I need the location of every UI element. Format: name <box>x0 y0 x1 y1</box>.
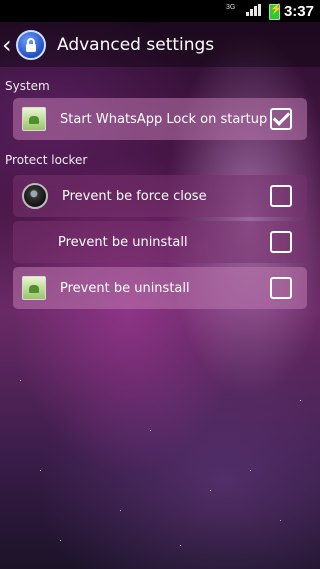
clock: 3:37 <box>283 3 314 20</box>
network-type: 3G <box>226 4 236 11</box>
setting-row-prevent-uninstall-1[interactable]: Prevent be uninstall <box>13 221 307 263</box>
uninstall-checkbox-1[interactable] <box>270 231 292 253</box>
android-icon <box>22 276 46 300</box>
battery-icon <box>269 4 282 20</box>
uninstall-checkbox-2[interactable] <box>270 277 292 299</box>
signal-icon <box>246 4 262 16</box>
startup-checkbox[interactable] <box>270 108 292 130</box>
ball-icon <box>22 183 48 209</box>
force-close-checkbox[interactable] <box>270 185 292 207</box>
lock-icon <box>26 37 36 52</box>
setting-label: Prevent be uninstall <box>60 280 190 296</box>
setting-row-start-on-startup[interactable]: Start WhatsApp Lock on startup <box>13 98 307 140</box>
setting-row-prevent-uninstall-2[interactable]: Prevent be uninstall <box>13 267 307 309</box>
setting-label: Prevent be force close <box>62 188 207 204</box>
page-title: Advanced settings <box>57 34 215 55</box>
android-icon <box>22 107 46 131</box>
setting-label: Prevent be uninstall <box>58 234 188 250</box>
setting-label: Start WhatsApp Lock on startup <box>60 111 268 127</box>
title-bar: ‹ Advanced settings <box>0 22 320 67</box>
chevron-left-icon[interactable]: ‹ <box>2 31 14 59</box>
status-bar: 3G 3:37 <box>0 0 320 22</box>
section-label-protect-locker: Protect locker <box>5 153 88 167</box>
setting-row-prevent-force-close[interactable]: Prevent be force close <box>13 175 307 217</box>
blank-icon <box>22 231 44 253</box>
section-label-system: System <box>5 79 50 93</box>
lock-app-icon[interactable] <box>16 29 46 60</box>
